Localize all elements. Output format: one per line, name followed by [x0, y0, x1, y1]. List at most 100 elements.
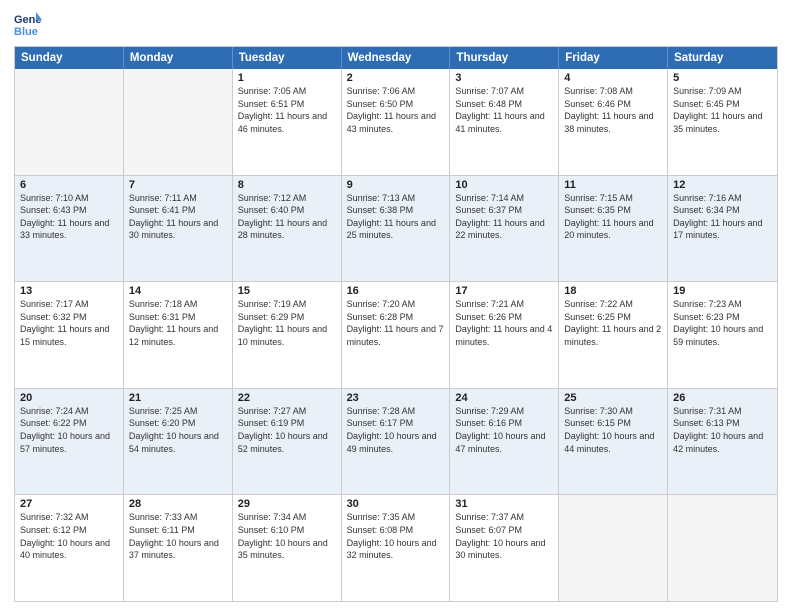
day-info: Sunrise: 7:31 AM Sunset: 6:13 PM Dayligh…	[673, 405, 772, 455]
calendar-cell: 11Sunrise: 7:15 AM Sunset: 6:35 PM Dayli…	[559, 176, 668, 282]
calendar-row: 1Sunrise: 7:05 AM Sunset: 6:51 PM Daylig…	[15, 69, 777, 175]
calendar-cell: 4Sunrise: 7:08 AM Sunset: 6:46 PM Daylig…	[559, 69, 668, 175]
day-info: Sunrise: 7:09 AM Sunset: 6:45 PM Dayligh…	[673, 85, 772, 135]
day-info: Sunrise: 7:16 AM Sunset: 6:34 PM Dayligh…	[673, 192, 772, 242]
day-number: 9	[347, 179, 445, 191]
day-info: Sunrise: 7:29 AM Sunset: 6:16 PM Dayligh…	[455, 405, 553, 455]
calendar-cell: 7Sunrise: 7:11 AM Sunset: 6:41 PM Daylig…	[124, 176, 233, 282]
calendar-cell: 10Sunrise: 7:14 AM Sunset: 6:37 PM Dayli…	[450, 176, 559, 282]
day-info: Sunrise: 7:24 AM Sunset: 6:22 PM Dayligh…	[20, 405, 118, 455]
day-number: 2	[347, 72, 445, 84]
day-info: Sunrise: 7:30 AM Sunset: 6:15 PM Dayligh…	[564, 405, 662, 455]
calendar-cell: 28Sunrise: 7:33 AM Sunset: 6:11 PM Dayli…	[124, 495, 233, 601]
day-number: 31	[455, 498, 553, 510]
day-number: 8	[238, 179, 336, 191]
calendar-cell: 5Sunrise: 7:09 AM Sunset: 6:45 PM Daylig…	[668, 69, 777, 175]
day-number: 15	[238, 285, 336, 297]
calendar-row: 13Sunrise: 7:17 AM Sunset: 6:32 PM Dayli…	[15, 281, 777, 388]
day-number: 19	[673, 285, 772, 297]
day-number: 23	[347, 392, 445, 404]
day-info: Sunrise: 7:12 AM Sunset: 6:40 PM Dayligh…	[238, 192, 336, 242]
calendar-cell	[124, 69, 233, 175]
calendar-cell: 30Sunrise: 7:35 AM Sunset: 6:08 PM Dayli…	[342, 495, 451, 601]
day-info: Sunrise: 7:17 AM Sunset: 6:32 PM Dayligh…	[20, 298, 118, 348]
day-number: 24	[455, 392, 553, 404]
day-number: 20	[20, 392, 118, 404]
day-info: Sunrise: 7:11 AM Sunset: 6:41 PM Dayligh…	[129, 192, 227, 242]
calendar-cell: 26Sunrise: 7:31 AM Sunset: 6:13 PM Dayli…	[668, 389, 777, 495]
day-number: 1	[238, 72, 336, 84]
calendar-cell: 6Sunrise: 7:10 AM Sunset: 6:43 PM Daylig…	[15, 176, 124, 282]
day-info: Sunrise: 7:08 AM Sunset: 6:46 PM Dayligh…	[564, 85, 662, 135]
day-info: Sunrise: 7:21 AM Sunset: 6:26 PM Dayligh…	[455, 298, 553, 348]
day-number: 13	[20, 285, 118, 297]
calendar-row: 20Sunrise: 7:24 AM Sunset: 6:22 PM Dayli…	[15, 388, 777, 495]
logo: General Blue	[14, 10, 46, 38]
calendar-cell: 21Sunrise: 7:25 AM Sunset: 6:20 PM Dayli…	[124, 389, 233, 495]
calendar-cell: 13Sunrise: 7:17 AM Sunset: 6:32 PM Dayli…	[15, 282, 124, 388]
calendar-cell: 3Sunrise: 7:07 AM Sunset: 6:48 PM Daylig…	[450, 69, 559, 175]
day-info: Sunrise: 7:18 AM Sunset: 6:31 PM Dayligh…	[129, 298, 227, 348]
day-info: Sunrise: 7:05 AM Sunset: 6:51 PM Dayligh…	[238, 85, 336, 135]
calendar: SundayMondayTuesdayWednesdayThursdayFrid…	[14, 46, 778, 602]
calendar-body: 1Sunrise: 7:05 AM Sunset: 6:51 PM Daylig…	[15, 69, 777, 601]
calendar-row: 6Sunrise: 7:10 AM Sunset: 6:43 PM Daylig…	[15, 175, 777, 282]
header-day-thursday: Thursday	[450, 47, 559, 69]
day-info: Sunrise: 7:10 AM Sunset: 6:43 PM Dayligh…	[20, 192, 118, 242]
calendar-cell	[559, 495, 668, 601]
calendar-cell: 31Sunrise: 7:37 AM Sunset: 6:07 PM Dayli…	[450, 495, 559, 601]
day-number: 29	[238, 498, 336, 510]
day-number: 26	[673, 392, 772, 404]
logo-icon: General Blue	[14, 10, 42, 38]
day-number: 11	[564, 179, 662, 191]
calendar-header: SundayMondayTuesdayWednesdayThursdayFrid…	[15, 47, 777, 69]
day-info: Sunrise: 7:20 AM Sunset: 6:28 PM Dayligh…	[347, 298, 445, 348]
day-number: 12	[673, 179, 772, 191]
day-number: 4	[564, 72, 662, 84]
header-day-monday: Monday	[124, 47, 233, 69]
calendar-cell: 1Sunrise: 7:05 AM Sunset: 6:51 PM Daylig…	[233, 69, 342, 175]
day-number: 3	[455, 72, 553, 84]
day-number: 16	[347, 285, 445, 297]
calendar-cell: 25Sunrise: 7:30 AM Sunset: 6:15 PM Dayli…	[559, 389, 668, 495]
header-day-sunday: Sunday	[15, 47, 124, 69]
calendar-cell: 19Sunrise: 7:23 AM Sunset: 6:23 PM Dayli…	[668, 282, 777, 388]
day-info: Sunrise: 7:37 AM Sunset: 6:07 PM Dayligh…	[455, 511, 553, 561]
day-info: Sunrise: 7:22 AM Sunset: 6:25 PM Dayligh…	[564, 298, 662, 348]
header-day-friday: Friday	[559, 47, 668, 69]
day-number: 6	[20, 179, 118, 191]
day-info: Sunrise: 7:07 AM Sunset: 6:48 PM Dayligh…	[455, 85, 553, 135]
day-info: Sunrise: 7:15 AM Sunset: 6:35 PM Dayligh…	[564, 192, 662, 242]
header-day-wednesday: Wednesday	[342, 47, 451, 69]
calendar-cell: 24Sunrise: 7:29 AM Sunset: 6:16 PM Dayli…	[450, 389, 559, 495]
day-info: Sunrise: 7:23 AM Sunset: 6:23 PM Dayligh…	[673, 298, 772, 348]
day-info: Sunrise: 7:19 AM Sunset: 6:29 PM Dayligh…	[238, 298, 336, 348]
day-info: Sunrise: 7:13 AM Sunset: 6:38 PM Dayligh…	[347, 192, 445, 242]
day-number: 28	[129, 498, 227, 510]
day-number: 22	[238, 392, 336, 404]
day-info: Sunrise: 7:35 AM Sunset: 6:08 PM Dayligh…	[347, 511, 445, 561]
calendar-cell: 16Sunrise: 7:20 AM Sunset: 6:28 PM Dayli…	[342, 282, 451, 388]
day-number: 30	[347, 498, 445, 510]
day-number: 18	[564, 285, 662, 297]
day-number: 21	[129, 392, 227, 404]
calendar-cell: 9Sunrise: 7:13 AM Sunset: 6:38 PM Daylig…	[342, 176, 451, 282]
calendar-cell: 22Sunrise: 7:27 AM Sunset: 6:19 PM Dayli…	[233, 389, 342, 495]
day-number: 27	[20, 498, 118, 510]
day-info: Sunrise: 7:32 AM Sunset: 6:12 PM Dayligh…	[20, 511, 118, 561]
page: General Blue SundayMondayTuesdayWednesda…	[0, 0, 792, 612]
calendar-cell: 20Sunrise: 7:24 AM Sunset: 6:22 PM Dayli…	[15, 389, 124, 495]
calendar-cell: 27Sunrise: 7:32 AM Sunset: 6:12 PM Dayli…	[15, 495, 124, 601]
day-info: Sunrise: 7:34 AM Sunset: 6:10 PM Dayligh…	[238, 511, 336, 561]
svg-text:Blue: Blue	[14, 26, 38, 38]
day-info: Sunrise: 7:06 AM Sunset: 6:50 PM Dayligh…	[347, 85, 445, 135]
day-number: 5	[673, 72, 772, 84]
calendar-row: 27Sunrise: 7:32 AM Sunset: 6:12 PM Dayli…	[15, 494, 777, 601]
calendar-cell: 12Sunrise: 7:16 AM Sunset: 6:34 PM Dayli…	[668, 176, 777, 282]
calendar-cell: 15Sunrise: 7:19 AM Sunset: 6:29 PM Dayli…	[233, 282, 342, 388]
header-day-tuesday: Tuesday	[233, 47, 342, 69]
calendar-cell: 18Sunrise: 7:22 AM Sunset: 6:25 PM Dayli…	[559, 282, 668, 388]
day-info: Sunrise: 7:25 AM Sunset: 6:20 PM Dayligh…	[129, 405, 227, 455]
day-number: 10	[455, 179, 553, 191]
day-number: 17	[455, 285, 553, 297]
